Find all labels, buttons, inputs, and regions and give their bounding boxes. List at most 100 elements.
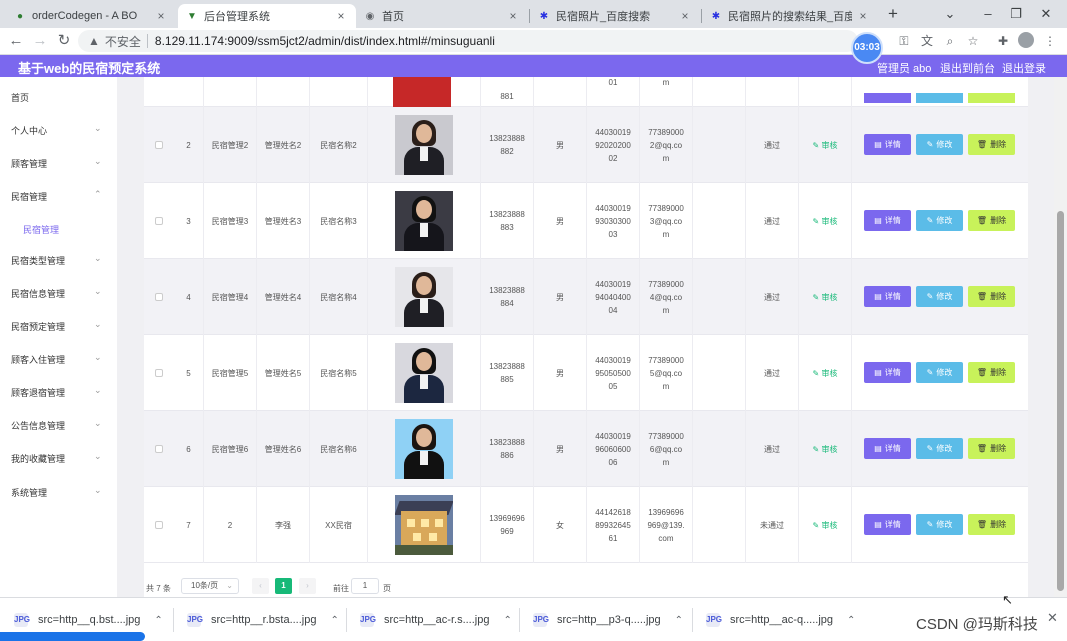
reload-icon[interactable]: ↻ bbox=[54, 31, 74, 51]
sidebar-item-favorites[interactable]: 我的收藏管理 ⌄ bbox=[0, 448, 117, 468]
minimize-icon[interactable]: – bbox=[978, 4, 998, 24]
sidebar-item-system[interactable]: 系统管理 ⌄ bbox=[0, 482, 117, 502]
goto-page-input[interactable]: 1 bbox=[351, 578, 379, 594]
sidebar-item-profile[interactable]: 个人中心 ⌄ bbox=[0, 120, 117, 140]
extensions-icon[interactable]: ✚ bbox=[994, 31, 1012, 51]
sidebar-item-booking[interactable]: 民宿预定管理 ⌄ bbox=[0, 316, 117, 336]
detail-button[interactable]: ▤ 详情 bbox=[864, 438, 911, 459]
detail-button[interactable]: ▤ 详情 bbox=[864, 362, 911, 383]
edit-button[interactable]: ✎ 修改 bbox=[916, 438, 963, 459]
audit-link[interactable]: ✎ 审核 bbox=[813, 139, 838, 152]
document-icon: ▤ bbox=[874, 368, 882, 377]
scrollbar-thumb[interactable] bbox=[1057, 211, 1064, 591]
delete-button[interactable]: 🗑 删除 bbox=[968, 438, 1015, 459]
edit-button[interactable] bbox=[916, 93, 963, 103]
row-checkbox[interactable] bbox=[155, 217, 163, 225]
delete-button[interactable] bbox=[968, 93, 1015, 103]
front-link[interactable]: 退出到前台 bbox=[940, 60, 995, 76]
detail-button[interactable]: ▤ 详情 bbox=[864, 514, 911, 535]
page-size-select[interactable]: 10条/页 ⌄ bbox=[181, 578, 239, 594]
row-checkbox[interactable] bbox=[155, 521, 163, 529]
audit-link[interactable]: ✎ 审核 bbox=[813, 367, 838, 380]
row-checkbox[interactable] bbox=[155, 369, 163, 377]
sidebar-item-homestay-type[interactable]: 民宿类型管理 ⌄ bbox=[0, 250, 117, 270]
security-label[interactable]: 不安全 bbox=[105, 33, 141, 50]
delete-button[interactable]: 🗑 删除 bbox=[968, 210, 1015, 231]
window-close-icon[interactable]: ✕ bbox=[1036, 4, 1056, 24]
key-icon[interactable]: ⚿ bbox=[895, 31, 913, 51]
more-icon[interactable]: ⋮ bbox=[1041, 31, 1059, 51]
next-page-button[interactable]: › bbox=[299, 578, 316, 594]
new-tab-button[interactable]: + bbox=[883, 5, 903, 25]
close-icon[interactable]: × bbox=[334, 9, 348, 23]
zoom-icon[interactable]: ⌕ bbox=[941, 31, 959, 51]
browser-tab-0[interactable]: ● orderCodegen - A BO × bbox=[6, 4, 176, 28]
logout-link[interactable]: 退出登录 bbox=[1002, 60, 1046, 76]
detail-button[interactable]: ▤ 详情 bbox=[864, 210, 911, 231]
restore-icon[interactable]: ❐ bbox=[1006, 4, 1026, 24]
back-icon[interactable]: ← bbox=[6, 31, 26, 51]
pencil-icon: ✎ bbox=[926, 444, 934, 453]
url-text[interactable]: 8.129.11.174:9009/ssm5jct2/admin/dist/in… bbox=[155, 34, 495, 48]
chevron-up-icon[interactable]: ⌃ bbox=[330, 615, 338, 626]
edit-button[interactable]: ✎ 修改 bbox=[916, 362, 963, 383]
homestay-photo bbox=[395, 115, 453, 175]
sidebar-subitem-homestay[interactable]: 民宿管理 bbox=[0, 219, 117, 239]
download-item[interactable]: JPG src=http__ac-q.....jpg ⌃ bbox=[706, 608, 855, 632]
browser-tab-2[interactable]: ◉ 首页 × bbox=[356, 4, 528, 28]
row-checkbox[interactable] bbox=[155, 293, 163, 301]
delete-button[interactable]: 🗑 删除 bbox=[968, 362, 1015, 383]
prev-page-button[interactable]: ‹ bbox=[252, 578, 269, 594]
translate-icon[interactable]: 文 bbox=[918, 31, 936, 51]
sidebar-item-home[interactable]: 首页 bbox=[0, 87, 117, 107]
delete-button[interactable]: 🗑 删除 bbox=[968, 286, 1015, 307]
forward-icon[interactable]: → bbox=[30, 31, 50, 51]
download-item[interactable]: JPG src=http__ac-r.s....jpg ⌃ bbox=[360, 608, 512, 632]
chevron-up-icon[interactable]: ⌃ bbox=[675, 615, 683, 626]
close-icon[interactable]: × bbox=[154, 9, 168, 23]
sidebar-item-homestay[interactable]: 民宿管理 ⌃ bbox=[0, 186, 117, 206]
sidebar-item-customers[interactable]: 顾客管理 ⌄ bbox=[0, 153, 117, 173]
delete-button[interactable]: 🗑 删除 bbox=[968, 134, 1015, 155]
download-item[interactable]: JPG src=http__r.bsta....jpg ⌃ bbox=[187, 608, 339, 632]
chevron-up-icon[interactable]: ⌃ bbox=[154, 615, 162, 626]
audit-link[interactable]: ✎ 审核 bbox=[813, 215, 838, 228]
close-icon[interactable]: × bbox=[856, 9, 870, 23]
warning-icon[interactable]: ▲ bbox=[88, 34, 100, 48]
edit-button[interactable]: ✎ 修改 bbox=[916, 514, 963, 535]
browser-tab-1[interactable]: ▼ 后台管理系统 × bbox=[178, 4, 356, 28]
current-page[interactable]: 1 bbox=[275, 578, 292, 594]
chevron-up-icon[interactable]: ⌃ bbox=[503, 615, 511, 626]
button-label: 修改 bbox=[936, 140, 953, 149]
detail-button[interactable] bbox=[864, 93, 911, 103]
audit-link[interactable]: ✎ 审核 bbox=[813, 443, 838, 456]
close-icon[interactable]: ✕ bbox=[1047, 610, 1058, 626]
sidebar-item-checkin[interactable]: 顾客入住管理 ⌄ bbox=[0, 349, 117, 369]
tab-search-icon[interactable]: ⌄ bbox=[940, 4, 960, 24]
row-index: 3 bbox=[186, 216, 191, 226]
download-item[interactable]: JPG src=http__q.bst....jpg ⌃ bbox=[14, 608, 163, 632]
download-item[interactable]: JPG src=http__p3-q.....jpg ⌃ bbox=[533, 608, 683, 632]
close-icon[interactable]: × bbox=[506, 9, 520, 23]
browser-tab-3[interactable]: ✱ 民宿照片_百度搜索 × bbox=[530, 4, 700, 28]
browser-tab-4[interactable]: ✱ 民宿照片的搜索结果_百度图片 × bbox=[702, 4, 878, 28]
content-scrollbar[interactable] bbox=[1054, 77, 1067, 597]
row-checkbox[interactable] bbox=[155, 445, 163, 453]
sidebar-item-checkout[interactable]: 顾客退宿管理 ⌄ bbox=[0, 382, 117, 402]
audit-link[interactable]: ✎ 审核 bbox=[813, 291, 838, 304]
edit-button[interactable]: ✎ 修改 bbox=[916, 210, 963, 231]
detail-button[interactable]: ▤ 详情 bbox=[864, 286, 911, 307]
sidebar-item-homestay-info[interactable]: 民宿信息管理 ⌄ bbox=[0, 283, 117, 303]
detail-button[interactable]: ▤ 详情 bbox=[864, 134, 911, 155]
row-checkbox[interactable] bbox=[155, 141, 163, 149]
edit-button[interactable]: ✎ 修改 bbox=[916, 134, 963, 155]
chevron-up-icon[interactable]: ⌃ bbox=[847, 615, 855, 626]
delete-button[interactable]: 🗑 删除 bbox=[968, 514, 1015, 535]
address-bar[interactable]: ▲ 不安全 8.129.11.174:9009/ssm5jct2/admin/d… bbox=[78, 30, 858, 52]
edit-button[interactable]: ✎ 修改 bbox=[916, 286, 963, 307]
profile-avatar-icon[interactable] bbox=[1018, 32, 1034, 48]
sidebar-item-notices[interactable]: 公告信息管理 ⌄ bbox=[0, 415, 117, 435]
star-icon[interactable]: ☆ bbox=[964, 31, 982, 51]
audit-link[interactable]: ✎ 审核 bbox=[813, 519, 838, 532]
close-icon[interactable]: × bbox=[678, 9, 692, 23]
